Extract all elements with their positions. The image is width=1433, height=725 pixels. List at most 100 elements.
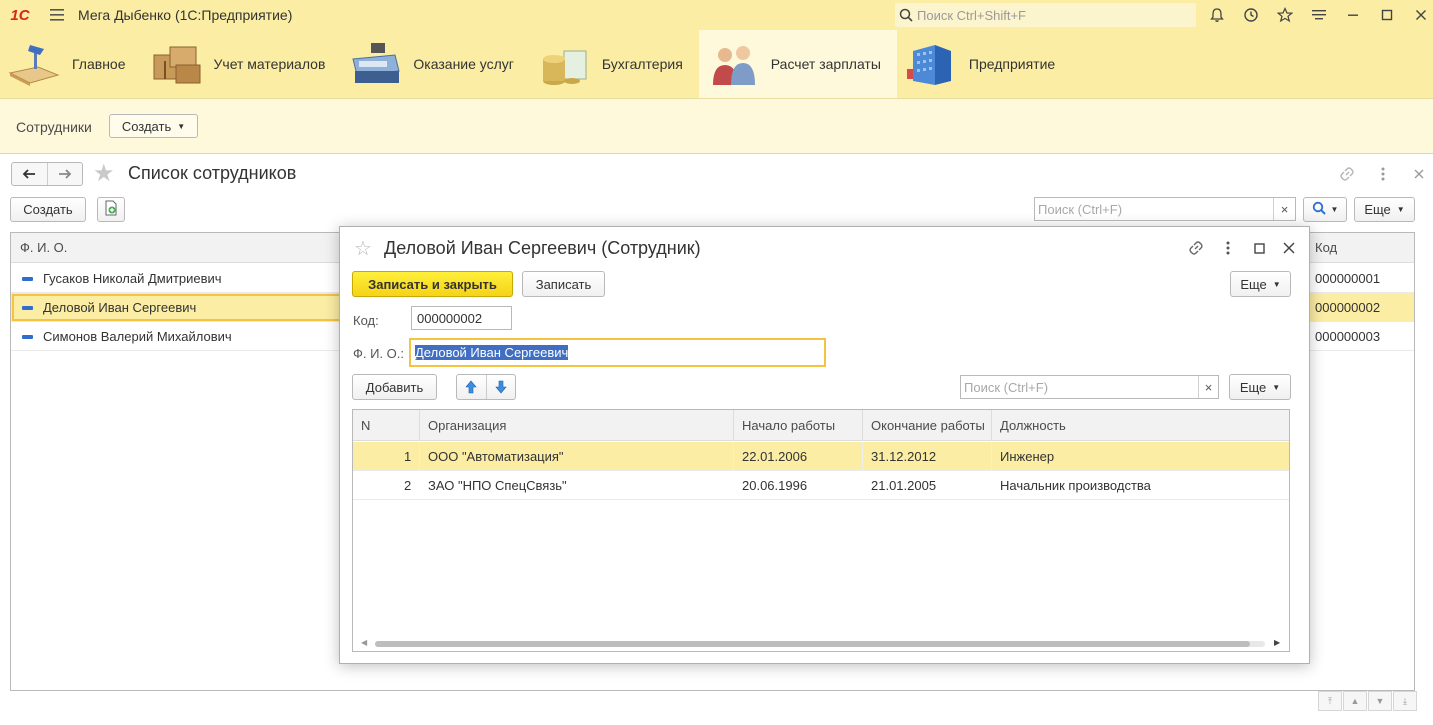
scroll-bottom-icon[interactable]: ⤓	[1393, 691, 1417, 711]
cell-start: 22.01.2006	[742, 449, 808, 464]
dropdown-arrow-icon: ▼	[1272, 279, 1281, 289]
cell-position: Начальник производства	[1000, 478, 1151, 493]
maximize-icon[interactable]	[1247, 237, 1271, 259]
favorites-star-icon[interactable]	[1268, 0, 1302, 30]
section-accounting[interactable]: Бухгалтерия	[530, 30, 699, 98]
menu-settings-icon[interactable]	[1302, 0, 1336, 30]
cell-n: 1	[404, 449, 412, 464]
maximize-icon[interactable]	[1370, 0, 1404, 30]
function-panel: Сотрудники Создать ▼	[0, 98, 1433, 154]
list-search-input[interactable]: Поиск (Ctrl+F) ×	[1034, 197, 1296, 221]
history-icon[interactable]	[1234, 0, 1268, 30]
table-row-selected[interactable]: 1 ООО "Автоматизация" 22.01.2006 31.12.2…	[353, 442, 1289, 471]
catalog-item-icon	[22, 306, 33, 310]
favorite-star-icon[interactable]: ★	[93, 162, 115, 186]
create-dropdown-button[interactable]: Создать ▼	[109, 114, 198, 138]
back-arrow-icon[interactable]	[12, 163, 48, 185]
clear-search-icon[interactable]: ×	[1198, 376, 1218, 398]
cell-position: Инженер	[1000, 449, 1055, 464]
bell-icon[interactable]	[1200, 0, 1234, 30]
column-header-position[interactable]: Должность	[1000, 418, 1066, 433]
close-icon[interactable]	[1404, 0, 1433, 30]
code-field[interactable]: 000000002	[411, 306, 512, 330]
list-scroll-navigation: ⤒ ▲ ▼ ⤓	[1318, 691, 1418, 711]
employees-link[interactable]: Сотрудники	[16, 119, 92, 135]
add-row-button[interactable]: Добавить	[352, 374, 437, 400]
table-more-button[interactable]: Еще ▼	[1229, 374, 1291, 400]
column-header-n[interactable]: N	[361, 418, 370, 433]
section-label: Предприятие	[968, 56, 1056, 72]
fio-value: Деловой Иван Сергеевич	[415, 345, 569, 360]
scroll-down-icon[interactable]: ▼	[1368, 691, 1392, 711]
form-more-button[interactable]: Еще ▼	[1230, 271, 1291, 297]
dropdown-arrow-icon: ▼	[177, 121, 186, 131]
scroll-top-icon[interactable]: ⤒	[1318, 691, 1342, 711]
search-icon	[895, 4, 917, 26]
favorite-star-icon[interactable]: ☆	[354, 236, 372, 261]
save-button[interactable]: Записать	[522, 271, 605, 297]
dropdown-arrow-icon: ▼	[1396, 205, 1405, 214]
cell-organization: ООО "Автоматизация"	[428, 449, 564, 464]
more-label: Еще	[1240, 276, 1267, 292]
cell-start: 20.06.1996	[742, 478, 808, 493]
close-icon[interactable]	[1277, 237, 1301, 259]
scrollbar-thumb[interactable]	[375, 641, 1250, 647]
column-header-organization[interactable]: Организация	[428, 418, 506, 433]
more-label: Еще	[1364, 202, 1391, 217]
fio-field[interactable]: Деловой Иван Сергеевич	[409, 338, 826, 367]
search-button[interactable]: ▼	[1303, 197, 1347, 222]
section-enterprise[interactable]: Предприятие	[897, 30, 1071, 98]
close-form-icon[interactable]	[1407, 164, 1431, 184]
building-icon	[905, 41, 959, 87]
table-row[interactable]: 2 ЗАО "НПО СпецСвязь" 20.06.1996 21.01.2…	[353, 471, 1289, 500]
section-payroll[interactable]: Расчет зарплаты	[698, 30, 897, 98]
forward-arrow-icon[interactable]	[48, 163, 83, 185]
copy-document-icon	[104, 200, 118, 219]
section-materials[interactable]: Учет материалов	[142, 30, 342, 98]
catalog-item-icon	[22, 277, 33, 281]
column-header-end[interactable]: Окончание работы	[871, 418, 985, 433]
more-button[interactable]: Еще ▼	[1354, 197, 1415, 222]
more-actions-icon[interactable]	[1216, 237, 1240, 259]
scroll-right-icon[interactable]: ▶	[1274, 638, 1280, 647]
column-header-start[interactable]: Начало работы	[742, 418, 835, 433]
copy-button[interactable]	[97, 197, 125, 222]
column-header-code[interactable]: Код	[1315, 240, 1337, 255]
app-logo[interactable]: 1С	[0, 0, 40, 30]
title-bar: 1С Мега Дыбенко (1С:Предприятие) Поиск C…	[0, 0, 1433, 30]
scroll-up-icon[interactable]: ▲	[1343, 691, 1367, 711]
create-button[interactable]: Создать	[10, 197, 86, 222]
global-search-placeholder: Поиск Ctrl+Shift+F	[917, 7, 1026, 23]
section-label: Главное	[72, 56, 126, 72]
global-search-input[interactable]: Поиск Ctrl+Shift+F	[895, 3, 1196, 27]
move-down-arrow-icon[interactable]	[487, 375, 516, 399]
row-code: 000000003	[1315, 329, 1381, 344]
code-label: Код:	[353, 313, 379, 328]
clear-search-icon[interactable]: ×	[1273, 198, 1295, 220]
boxes-icon	[150, 41, 204, 87]
row-name: Деловой Иван Сергеевич	[43, 300, 197, 315]
main-menu-icon[interactable]	[40, 0, 74, 30]
navigation-buttons	[11, 162, 83, 186]
section-services[interactable]: Оказание услуг	[341, 30, 530, 98]
search-icon	[1312, 201, 1326, 218]
code-value: 000000002	[417, 310, 483, 326]
more-actions-icon[interactable]	[1371, 164, 1395, 184]
table-search-input[interactable]: Поиск (Ctrl+F) ×	[960, 375, 1219, 399]
cell-n: 2	[404, 478, 412, 493]
search-placeholder: Поиск (Ctrl+F)	[964, 379, 1049, 395]
column-header-name[interactable]: Ф. И. О.	[20, 240, 67, 255]
link-icon[interactable]	[1335, 164, 1359, 184]
people-icon	[707, 41, 761, 87]
employee-form-window: ☆ Деловой Иван Сергеевич (Сотрудник) Зап…	[339, 226, 1310, 664]
scroll-left-icon[interactable]: ◀	[361, 638, 367, 647]
minimize-icon[interactable]	[1336, 0, 1370, 30]
link-icon[interactable]	[1184, 237, 1208, 259]
move-up-arrow-icon[interactable]	[457, 375, 487, 399]
coins-icon	[538, 41, 592, 87]
more-label: Еще	[1239, 379, 1267, 395]
create-label: Создать	[121, 118, 172, 134]
section-main[interactable]: Главное	[0, 30, 142, 98]
save-and-close-button[interactable]: Записать и закрыть	[352, 271, 513, 297]
horizontal-scrollbar[interactable]: ◀ ▶	[353, 637, 1289, 649]
